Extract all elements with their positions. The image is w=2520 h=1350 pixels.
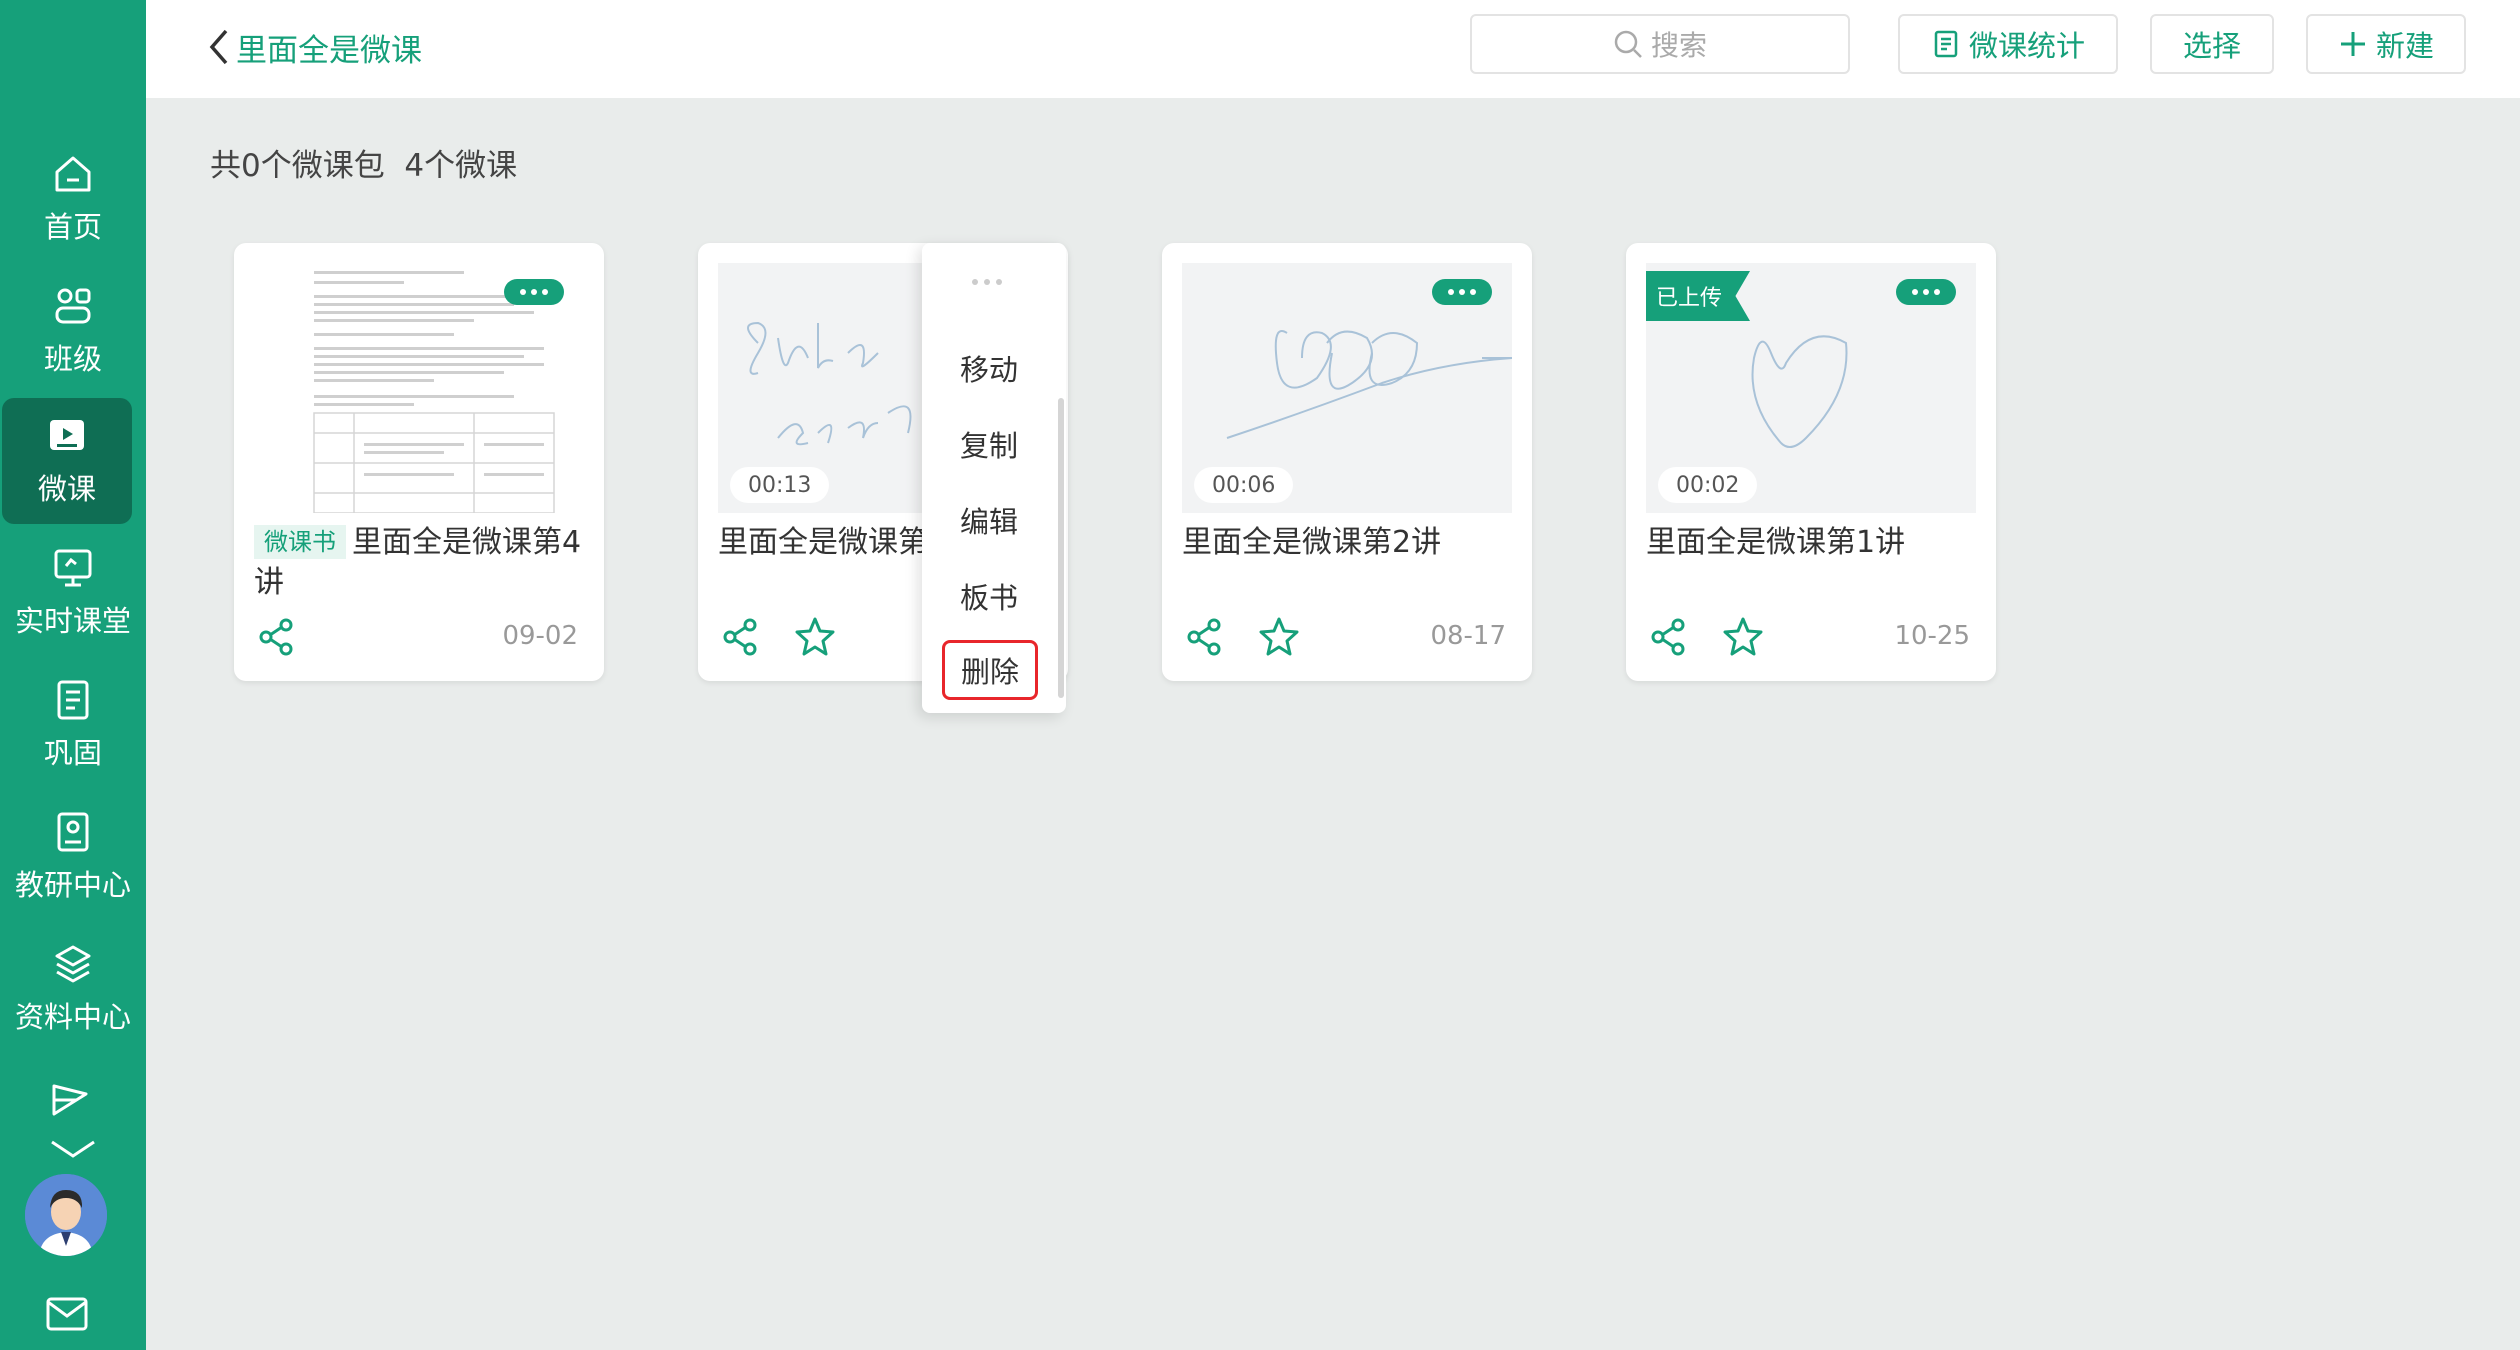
plus-icon [2340, 32, 2365, 56]
lesson-card[interactable]: 00:06 里面全是微课第2讲 08-17 [1162, 243, 1532, 681]
menu-scrollbar[interactable] [1058, 398, 1064, 698]
lesson-date: 09-02 [502, 621, 578, 651]
menu-item-delete[interactable]: 删除 [942, 640, 1038, 700]
send-icon[interactable] [48, 1080, 92, 1120]
menu-item-edit[interactable]: 编辑 [922, 490, 1056, 550]
stats-label: 微课统计 [1968, 29, 2085, 63]
sidebar-item-label: 首页 [43, 210, 102, 244]
lesson-thumbnail[interactable]: 已上传 00:02 [1646, 263, 1976, 513]
mail-icon[interactable] [45, 1296, 89, 1332]
search-placeholder: 搜索 [1650, 29, 1707, 62]
lesson-card[interactable]: 微课书 里面全是微课第4讲 09-02 [234, 243, 604, 681]
practice-icon [57, 680, 89, 720]
lesson-date: 08-17 [1430, 621, 1506, 651]
select-label: 选择 [2182, 29, 2241, 63]
lesson-title: 里面全是微课第2讲 [1182, 525, 1442, 560]
new-button[interactable]: 新建 [2306, 14, 2466, 74]
avatar[interactable] [25, 1174, 107, 1256]
context-menu: 移动 复制 编辑 板书 删除 [922, 243, 1066, 713]
star-icon[interactable] [1258, 615, 1300, 657]
lesson-thumbnail[interactable] [254, 263, 584, 513]
resources-icon [55, 945, 91, 983]
sidebar-item-label: 资料中心 [14, 1000, 131, 1034]
breadcrumb-title: 里面全是微课 [236, 32, 422, 69]
video-duration: 00:06 [1194, 467, 1294, 503]
sidebar-item-label: 教研中心 [14, 868, 131, 902]
report-icon [1934, 30, 1958, 58]
more-options-button[interactable] [1896, 279, 1956, 305]
menu-item-board-notes[interactable]: 板书 [922, 566, 1056, 626]
lesson-date: 10-25 [1894, 621, 1970, 651]
lesson-book-tag: 微课书 [254, 525, 346, 559]
sidebar-item-micro-lesson[interactable]: 微课 [2, 398, 132, 524]
lesson-thumbnail[interactable]: 00:06 [1182, 263, 1512, 513]
lesson-card[interactable]: 已上传 00:02 里面全是微课第1讲 10-25 [1626, 243, 1996, 681]
live-class-icon [54, 549, 92, 587]
sidebar-item-label: 实时课堂 [14, 604, 131, 638]
sidebar-item-research[interactable]: 教研中心 [0, 794, 146, 920]
micro-lesson-icon [50, 420, 84, 450]
share-icon[interactable] [1184, 617, 1224, 657]
uploaded-badge: 已上传 [1646, 271, 1750, 321]
lesson-title: 里面全是微课第1讲 [1646, 525, 1906, 560]
chevron-left-icon [209, 29, 228, 65]
star-icon[interactable] [794, 615, 836, 657]
search-input[interactable]: 搜索 [1470, 14, 1850, 74]
micro-lesson-stats-button[interactable]: 微课统计 [1898, 14, 2118, 74]
share-icon[interactable] [720, 617, 760, 657]
select-button[interactable]: 选择 [2150, 14, 2274, 74]
menu-item-move[interactable]: 移动 [922, 338, 1056, 398]
top-bar: 里面全是微课 搜索 微课统计 选择 新建 [146, 0, 2520, 98]
more-options-button[interactable] [1432, 279, 1492, 305]
sidebar-item-label: 巩固 [43, 736, 102, 770]
sidebar: 首页 班级 微课 实时课堂 巩固 教研中心 资料中心 [0, 0, 146, 1350]
menu-more-icon [972, 279, 1002, 285]
share-icon[interactable] [1648, 617, 1688, 657]
sidebar-item-class[interactable]: 班级 [0, 268, 146, 394]
sidebar-item-practice[interactable]: 巩固 [0, 662, 146, 788]
class-icon [55, 288, 91, 324]
new-label: 新建 [2375, 29, 2434, 63]
summary-count: 共0个微课包 4个微课 [210, 148, 518, 184]
research-icon [57, 812, 89, 852]
star-icon[interactable] [1722, 615, 1764, 657]
back-button[interactable]: 里面全是微课 [206, 22, 422, 72]
sidebar-item-home[interactable]: 首页 [0, 136, 146, 262]
sidebar-item-label: 班级 [43, 342, 102, 376]
search-icon [1614, 30, 1642, 58]
more-options-button[interactable] [504, 279, 564, 305]
lesson-title: 微课书 里面全是微课第4讲 [254, 523, 594, 603]
sidebar-item-label: 微课 [37, 472, 96, 506]
video-duration: 00:02 [1658, 467, 1758, 503]
video-duration: 00:13 [730, 467, 830, 503]
sidebar-item-live-class[interactable]: 实时课堂 [0, 530, 146, 656]
sidebar-item-resources[interactable]: 资料中心 [0, 926, 146, 1052]
avatar-image [25, 1174, 107, 1256]
home-icon [55, 156, 91, 192]
chevron-down-icon[interactable] [48, 1136, 98, 1162]
share-icon[interactable] [256, 617, 296, 657]
menu-item-copy[interactable]: 复制 [922, 414, 1056, 474]
